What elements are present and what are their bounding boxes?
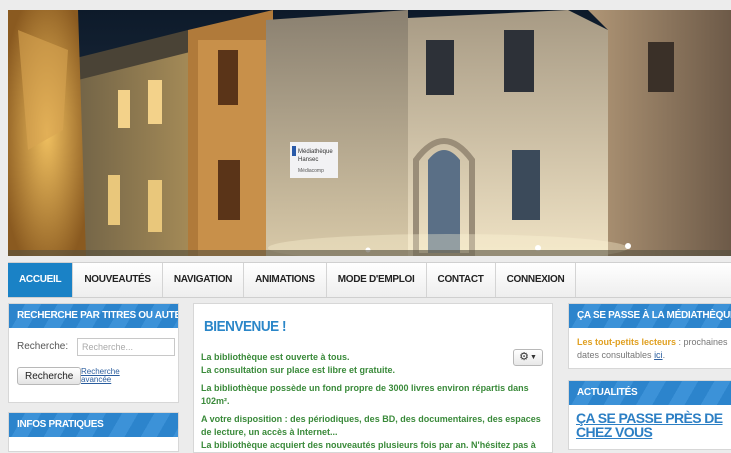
search-input[interactable] xyxy=(77,338,175,356)
news-panel-title: ACTUALITÉS xyxy=(569,381,731,405)
nav-item-nouveautes[interactable]: NOUVEAUTÉS xyxy=(73,263,163,297)
page-title: BIENVENUE ! xyxy=(204,318,287,335)
events-panel-title: ÇA SE PASSE À LA MÉDIATHÈQUE xyxy=(569,304,731,328)
advanced-search-link[interactable]: Recherche avancée xyxy=(81,368,131,384)
main-nav: ACCUEIL NOUVEAUTÉS NAVIGATION ANIMATIONS… xyxy=(8,262,731,298)
article-options-button[interactable]: ⚙ ▼ xyxy=(513,349,543,366)
search-panel-title: RECHERCHE PAR TITRES OU AUTEURS xyxy=(9,304,178,328)
events-link[interactable]: ici xyxy=(654,350,663,360)
welcome-paragraph-2: La bibliothèque possède un fond propre d… xyxy=(201,383,529,406)
welcome-paragraph-3: A votre disposition : des périodiques, d… xyxy=(201,414,541,437)
svg-text:Médiacomp: Médiacomp xyxy=(298,168,324,174)
infos-panel-title: INFOS PRATIQUES xyxy=(9,413,178,437)
nav-item-navigation[interactable]: NAVIGATION xyxy=(163,263,245,297)
chevron-down-icon: ▼ xyxy=(529,354,537,361)
welcome-intro: La bibliothèque est ouverte à tous. La c… xyxy=(201,351,502,377)
svg-text:Hansec: Hansec xyxy=(298,157,318,163)
nav-item-connexion[interactable]: CONNEXION xyxy=(496,263,577,297)
search-label: Recherche: xyxy=(17,341,69,352)
header-banner-image: Médiathèque Hansec Médiacomp xyxy=(8,10,731,256)
nav-item-contact[interactable]: CONTACT xyxy=(427,263,496,297)
nav-item-animations[interactable]: ANIMATIONS xyxy=(244,263,327,297)
welcome-line-1: La bibliothèque est ouverte à tous. xyxy=(201,352,350,362)
nav-item-mode-emploi[interactable]: MODE D'EMPLOI xyxy=(327,263,427,297)
welcome-panel: BIENVENUE ! ⚙ ▼ La bibliothèque est ouve… xyxy=(193,303,553,453)
welcome-paragraph-4: La bibliothèque acquiert des nouveautés … xyxy=(201,440,536,450)
news-panel: ACTUALITÉS ÇA SE PASSE PRÈS DE CHEZ VOUS xyxy=(568,380,731,450)
advanced-search-link-line2: avancée xyxy=(81,375,112,384)
svg-text:Médiathèque: Médiathèque xyxy=(298,149,333,155)
gear-icon: ⚙ xyxy=(519,351,529,363)
welcome-line-2: La consultation sur place est libre et g… xyxy=(201,365,396,375)
search-button[interactable]: Recherche xyxy=(17,367,82,385)
news-headline-link[interactable]: ÇA SE PASSE PRÈS DE CHEZ VOUS xyxy=(576,411,731,439)
events-panel: ÇA SE PASSE À LA MÉDIATHÈQUE Les tout-pe… xyxy=(568,303,731,369)
events-end: . xyxy=(662,350,666,360)
events-text: Les tout-petits lecteurs : prochaines da… xyxy=(577,336,731,362)
nav-item-accueil[interactable]: ACCUEIL xyxy=(8,263,74,297)
search-panel: RECHERCHE PAR TITRES OU AUTEURS Recherch… xyxy=(8,303,179,403)
events-highlight: Les tout-petits lecteurs xyxy=(577,337,677,347)
infos-panel: INFOS PRATIQUES xyxy=(8,412,179,452)
